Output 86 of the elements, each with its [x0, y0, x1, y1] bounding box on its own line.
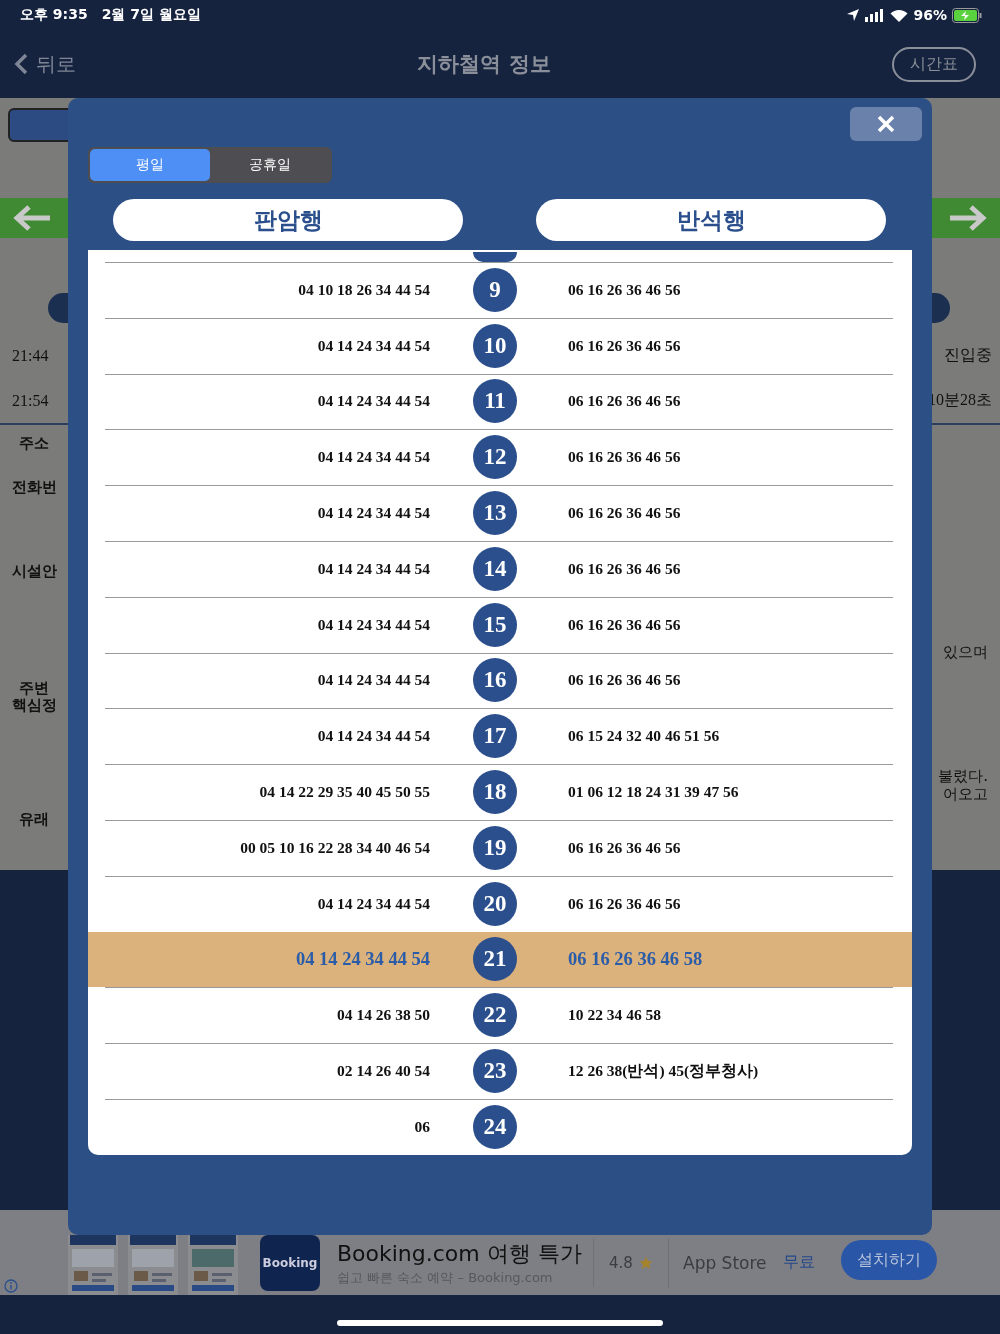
timetable-button[interactable]: 시간표	[892, 46, 976, 82]
departure-times: 06 16 26 36 46 56	[567, 559, 681, 578]
hour-badge: 10	[473, 323, 517, 368]
hour-badge: 12	[473, 435, 517, 480]
info-label: 전화번	[10, 477, 58, 497]
departure-times: 06 16 26 36 46 56	[567, 615, 681, 634]
departure-times: 06 16 26 36 46 56	[567, 838, 681, 857]
price-label: 무료	[782, 1252, 815, 1273]
hour-badge: 24	[473, 1104, 517, 1149]
battery-percent: 96%	[913, 7, 947, 23]
departure-times: 06 16 26 36 46 56	[567, 280, 681, 299]
close-icon	[877, 115, 895, 133]
chevron-left-icon	[14, 53, 28, 75]
rating-value: 4.8	[609, 1253, 633, 1272]
battery-icon	[952, 7, 982, 23]
store-label: App Store	[683, 1252, 767, 1273]
clock-time: 오후 9:35	[20, 6, 88, 24]
info-text: 있으며	[942, 642, 989, 661]
departure-times: 04 14 24 34 44 54	[316, 392, 430, 411]
day-tab[interactable]: 평일	[90, 149, 210, 181]
hour-badge: 17	[473, 714, 517, 759]
departure-times: 04 14 22 29 35 40 45 50 55	[258, 783, 430, 802]
ad-title: Booking.com 여행 특가	[337, 1239, 583, 1268]
departure-times: 04 14 24 34 44 54	[316, 448, 430, 467]
departure-times: 04 10 18 26 34 44 54	[297, 280, 430, 299]
location-icon	[846, 8, 861, 22]
departure-times: 06 15 24 32 40 46 51 56	[567, 727, 720, 746]
departure-times: 04 14 24 34 44 54	[316, 894, 430, 913]
hour-badge: 19	[473, 825, 517, 870]
departure-times: 02 14 26 40 54	[336, 1062, 430, 1081]
hour-badge: 20	[473, 881, 517, 926]
arrival-status: 10분28초	[928, 390, 992, 410]
departure-times: 04 14 24 34 44 54	[316, 559, 430, 578]
departure-times: 04 14 24 34 44 54	[294, 948, 430, 970]
hour-badge: 18	[473, 770, 517, 815]
departure-times: 04 14 26 38 50	[336, 1006, 430, 1025]
hour-badge: 9	[473, 267, 517, 312]
departure-times: 06 16 26 36 46 58	[567, 948, 703, 970]
left-arrow-icon[interactable]	[12, 204, 52, 232]
hour-badge: 11	[473, 379, 517, 424]
departure-times: 06 16 26 36 46 56	[567, 392, 681, 411]
info-label: 유래	[18, 809, 50, 829]
departure-times: 06 16 26 36 46 56	[567, 671, 681, 690]
departure-times: 01 06 12 18 24 31 39 47 56	[567, 783, 739, 802]
departure-times: 04 14 24 34 44 54	[316, 671, 430, 690]
departure-times: 04 14 24 34 44 54	[316, 336, 430, 355]
app-logo: Booking	[260, 1234, 320, 1291]
hour-badge	[473, 252, 517, 262]
info-icon[interactable]	[4, 1279, 18, 1293]
arrival-status: 진입중	[944, 345, 992, 365]
departure-times: 12 26 38(반석) 45(정부청사)	[567, 1060, 759, 1081]
wifi-icon	[890, 8, 909, 22]
hour-badge: 22	[473, 993, 517, 1038]
close-button[interactable]	[850, 107, 922, 141]
departure-times: 06 16 26 36 46 56	[567, 336, 681, 355]
departure-times: 06 16 26 36 46 56	[567, 448, 681, 467]
departure-times: 04 14 24 34 44 54	[316, 504, 430, 523]
departure-times: 06 16 26 36 46 56	[567, 894, 681, 913]
departure-times: 00 05 10 16 22 28 34 40 46 54	[239, 838, 430, 857]
departure-times: 06 16 26 36 46 56	[567, 504, 681, 523]
hour-badge: 21	[473, 937, 517, 982]
arrival-time: 21:54	[12, 391, 49, 410]
star-icon	[638, 1255, 653, 1270]
info-label: 시설안	[10, 561, 58, 581]
screen-title: 지하철역 정보	[417, 51, 551, 78]
hour-badge: 16	[473, 658, 517, 703]
hour-badge: 13	[473, 491, 517, 536]
direction-header: 반석행	[536, 199, 886, 241]
arrival-time: 21:44	[12, 346, 49, 365]
date-text: 2월 7일 월요일	[101, 6, 201, 24]
signal-icon	[865, 8, 886, 22]
info-label: 주소	[18, 433, 50, 453]
info-label: 주변 핵심정	[10, 678, 58, 715]
install-button[interactable]: 설치하기	[840, 1240, 937, 1280]
departure-times: 06	[413, 1117, 430, 1136]
departure-times: 04 14 24 34 44 54	[316, 727, 430, 746]
back-button[interactable]: 뒤로	[14, 50, 76, 78]
right-arrow-icon[interactable]	[948, 204, 988, 232]
hour-badge: 23	[473, 1049, 517, 1094]
hour-badge: 15	[473, 602, 517, 647]
departure-times: 04 14 24 34 44 54	[316, 615, 430, 634]
day-tab[interactable]: 공휴일	[210, 149, 330, 181]
departure-times: 10 22 34 46 58	[567, 1006, 661, 1025]
direction-header: 판암행	[113, 199, 463, 241]
hour-badge: 14	[473, 546, 517, 591]
info-text: 불렸다. 어오고	[937, 766, 989, 803]
